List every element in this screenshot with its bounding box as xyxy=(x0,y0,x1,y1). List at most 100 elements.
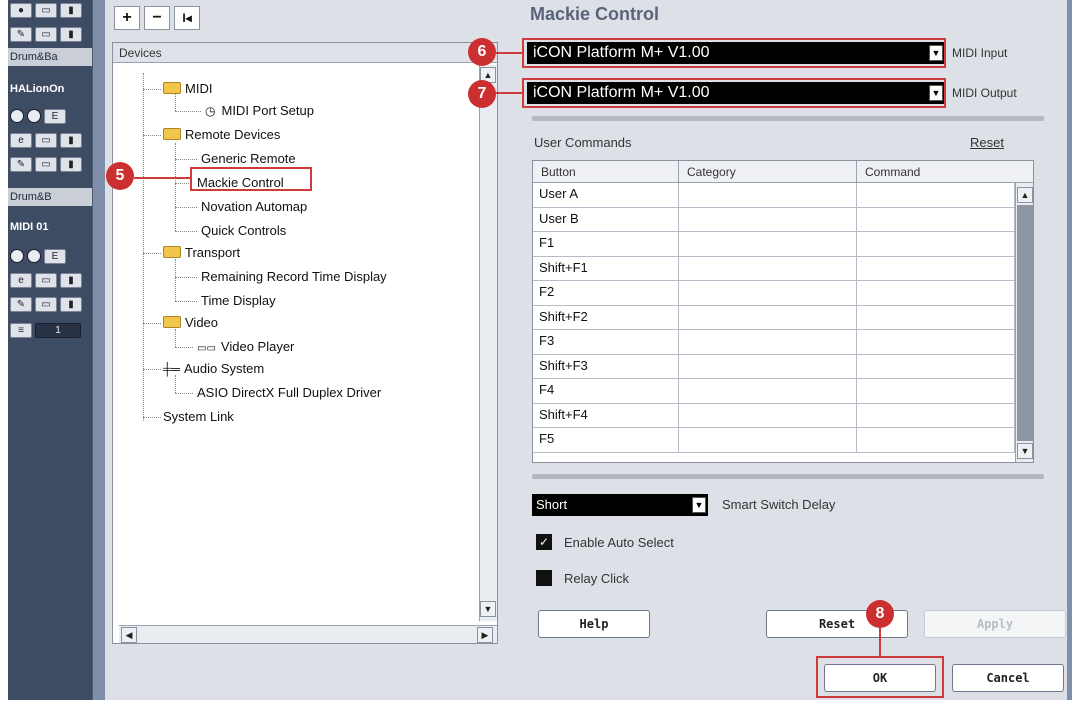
table-row[interactable]: Shift+F4 xyxy=(533,403,1015,428)
track-name-1[interactable]: Drum&Ba xyxy=(8,48,92,66)
track-name-2[interactable]: HALionOn xyxy=(8,80,92,98)
monitor-circle-icon[interactable] xyxy=(27,249,41,263)
folder-icon[interactable]: ▭ xyxy=(35,26,57,42)
category-cell[interactable] xyxy=(679,183,857,208)
table-row[interactable]: User B xyxy=(533,207,1015,232)
table-row[interactable]: F4 xyxy=(533,379,1015,404)
pencil-icon[interactable]: ✎ xyxy=(10,26,32,42)
command-cell[interactable] xyxy=(857,256,1015,281)
command-cell[interactable] xyxy=(857,183,1015,208)
tree-horizontal-scrollbar[interactable]: ◀ ▶ xyxy=(119,625,497,643)
write-icon[interactable]: ▭ xyxy=(35,272,57,288)
tree-item-video[interactable]: Video xyxy=(163,314,218,332)
tree-item-asio-driver[interactable]: ASIO DirectX Full Duplex Driver xyxy=(197,384,381,402)
tree-item-transport[interactable]: Transport xyxy=(163,244,240,262)
channel-icon[interactable]: ▮ xyxy=(60,132,82,148)
edit-icon[interactable]: ▮ xyxy=(60,2,82,18)
tree-item-time-display[interactable]: Time Display xyxy=(201,292,276,310)
tree-item-audio-system[interactable]: ╪═ Audio System xyxy=(163,360,264,378)
pencil-icon[interactable]: ✎ xyxy=(10,156,32,172)
category-cell[interactable] xyxy=(679,379,857,404)
apply-button[interactable]: Apply xyxy=(924,610,1066,638)
category-cell[interactable] xyxy=(679,281,857,306)
table-row[interactable]: User A xyxy=(533,183,1015,208)
tree-item-system-link[interactable]: System Link xyxy=(163,408,234,426)
track-name-4[interactable]: MIDI 01 xyxy=(8,218,92,236)
button-cell[interactable]: F5 xyxy=(533,428,679,453)
scroll-right-icon[interactable]: ▶ xyxy=(477,627,493,643)
tree-item-midi[interactable]: MIDI xyxy=(163,80,212,98)
lock-icon[interactable]: ▮ xyxy=(60,156,82,172)
category-cell[interactable] xyxy=(679,428,857,453)
category-cell[interactable] xyxy=(679,232,857,257)
record-icon[interactable] xyxy=(10,249,24,263)
record-icon[interactable] xyxy=(10,109,24,123)
reset-link[interactable]: Reset xyxy=(970,135,1004,150)
button-cell[interactable]: F2 xyxy=(533,281,679,306)
table-row[interactable]: Shift+F1 xyxy=(533,256,1015,281)
read-icon[interactable]: e xyxy=(10,272,32,288)
tree-item-quick-controls[interactable]: Quick Controls xyxy=(201,222,286,240)
tree-item-remaining-record-time[interactable]: Remaining Record Time Display xyxy=(201,268,387,286)
relay-click-checkbox[interactable] xyxy=(536,570,552,586)
table-row[interactable]: F5 xyxy=(533,428,1015,453)
list-icon[interactable]: ≡ xyxy=(10,322,32,338)
category-cell[interactable] xyxy=(679,330,857,355)
tree-item-novation-automap[interactable]: Novation Automap xyxy=(201,198,307,216)
folder-icon[interactable]: ▭ xyxy=(35,296,57,312)
help-button[interactable]: Help xyxy=(538,610,650,638)
scrollbar-thumb[interactable] xyxy=(1017,205,1033,441)
command-cell[interactable] xyxy=(857,305,1015,330)
write-icon[interactable]: ▭ xyxy=(35,132,57,148)
category-cell[interactable] xyxy=(679,354,857,379)
tree-item-remote-devices[interactable]: Remote Devices xyxy=(163,126,280,144)
table-row[interactable]: F2 xyxy=(533,281,1015,306)
channel-icon[interactable]: ▮ xyxy=(60,272,82,288)
monitor-icon[interactable]: ▭ xyxy=(35,2,57,18)
edit-icon[interactable]: E xyxy=(44,108,66,124)
category-cell[interactable] xyxy=(679,207,857,232)
button-cell[interactable]: F4 xyxy=(533,379,679,404)
command-cell[interactable] xyxy=(857,232,1015,257)
tree-item-video-player[interactable]: ▭▭ Video Player xyxy=(197,338,294,356)
lock-icon[interactable]: ▮ xyxy=(60,26,82,42)
lock-icon[interactable]: ▮ xyxy=(60,296,82,312)
smart-switch-delay-select[interactable]: Short ▼ xyxy=(532,494,708,516)
scroll-down-icon[interactable]: ▼ xyxy=(480,601,496,617)
table-row[interactable]: Shift+F2 xyxy=(533,305,1015,330)
column-header-category[interactable]: Category xyxy=(679,161,857,183)
cancel-button[interactable]: Cancel xyxy=(952,664,1064,692)
button-cell[interactable]: User B xyxy=(533,207,679,232)
command-cell[interactable] xyxy=(857,354,1015,379)
table-vertical-scrollbar[interactable]: ▲ ▼ xyxy=(1015,183,1033,462)
column-header-button[interactable]: Button xyxy=(533,161,679,183)
add-device-button[interactable]: + xyxy=(114,6,140,30)
command-cell[interactable] xyxy=(857,207,1015,232)
command-cell[interactable] xyxy=(857,403,1015,428)
scroll-left-icon[interactable]: ◀ xyxy=(121,627,137,643)
tree-vertical-scrollbar[interactable]: ▲ ▼ xyxy=(479,65,497,621)
table-row[interactable]: Shift+F3 xyxy=(533,354,1015,379)
table-row[interactable]: F3 xyxy=(533,330,1015,355)
scroll-up-icon[interactable]: ▲ xyxy=(1017,187,1033,203)
category-cell[interactable] xyxy=(679,403,857,428)
category-cell[interactable] xyxy=(679,305,857,330)
tree-item-midi-port-setup[interactable]: ◷ MIDI Port Setup xyxy=(205,102,314,120)
chevron-down-icon[interactable]: ▼ xyxy=(692,497,706,513)
button-cell[interactable]: Shift+F4 xyxy=(533,403,679,428)
button-cell[interactable]: Shift+F1 xyxy=(533,256,679,281)
button-cell[interactable]: F3 xyxy=(533,330,679,355)
tree-item-generic-remote[interactable]: Generic Remote xyxy=(201,150,296,168)
command-cell[interactable] xyxy=(857,281,1015,306)
edit-icon[interactable]: E xyxy=(44,248,66,264)
button-cell[interactable]: Shift+F2 xyxy=(533,305,679,330)
button-cell[interactable]: User A xyxy=(533,183,679,208)
command-cell[interactable] xyxy=(857,330,1015,355)
scroll-down-icon[interactable]: ▼ xyxy=(1017,443,1033,459)
table-row[interactable]: F1 xyxy=(533,232,1015,257)
enable-auto-select-checkbox[interactable]: ✓ xyxy=(536,534,552,550)
monitor-circle-icon[interactable] xyxy=(27,109,41,123)
reset-device-button[interactable]: I◂ xyxy=(174,6,200,30)
command-cell[interactable] xyxy=(857,379,1015,404)
folder-icon[interactable]: ▭ xyxy=(35,156,57,172)
